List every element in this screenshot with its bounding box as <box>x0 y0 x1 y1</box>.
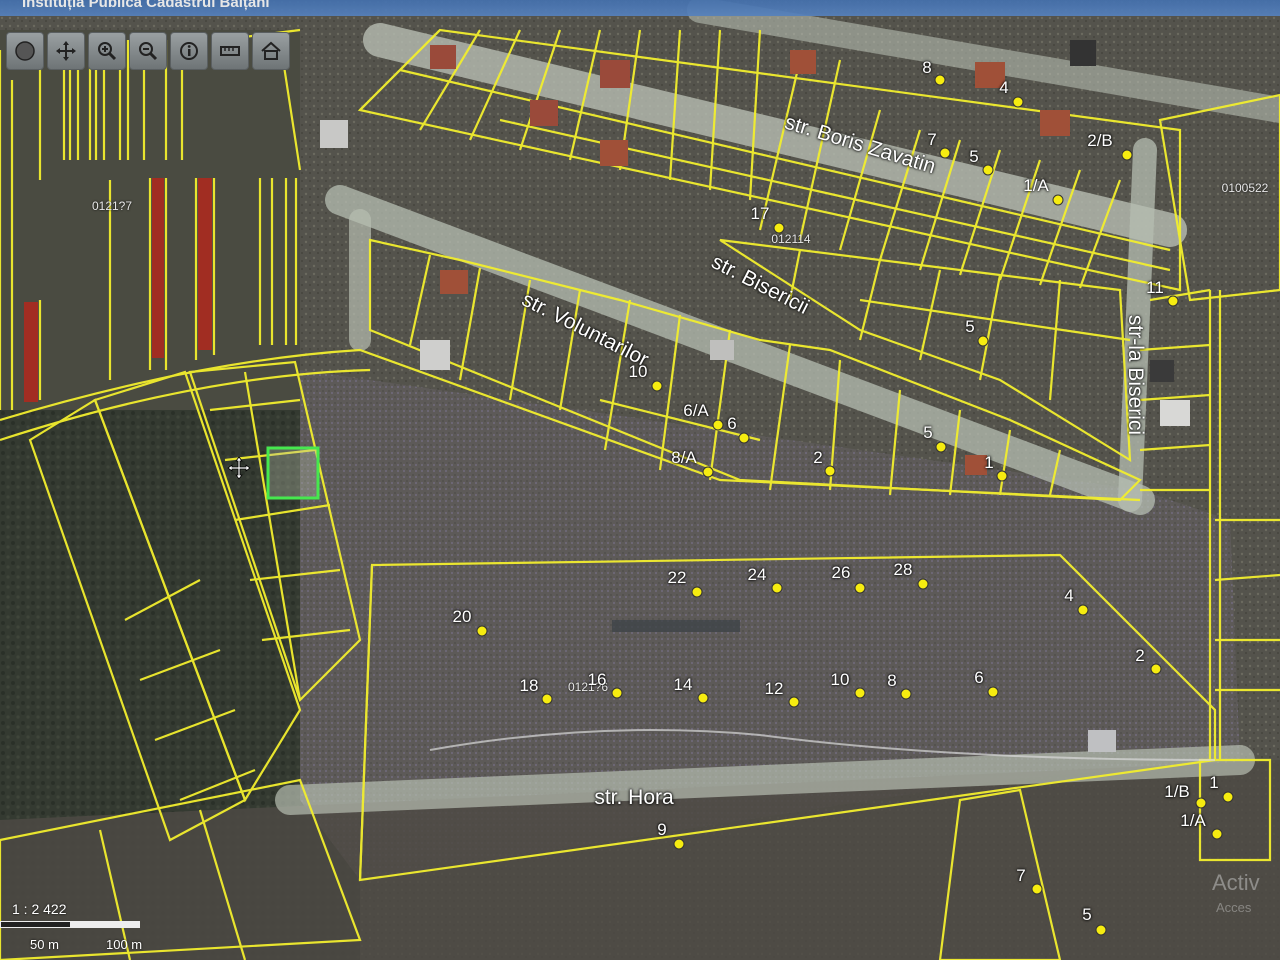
address-label[interactable]: 9 <box>657 820 666 840</box>
address-label[interactable]: 18 <box>520 676 539 696</box>
cadastral-zone-label: 012114 <box>771 232 811 246</box>
move-arrows-icon <box>56 41 76 61</box>
address-label[interactable]: 7 <box>927 130 936 150</box>
address-label[interactable]: 2 <box>813 448 822 468</box>
ruler-icon <box>220 46 240 56</box>
address-label[interactable]: 8/A <box>671 448 697 468</box>
address-label[interactable]: 8 <box>922 58 931 78</box>
address-label[interactable]: 14 <box>674 675 693 695</box>
address-label[interactable]: 6 <box>974 668 983 688</box>
address-label[interactable]: 1/A <box>1023 176 1049 196</box>
move-cursor-icon <box>227 456 251 480</box>
address-label[interactable]: 11 <box>1146 278 1164 298</box>
map-viewport[interactable]: Instituția Publică Cadastrul Bălțani str… <box>0 0 1280 960</box>
os-activation-watermark: Activ <box>1212 870 1260 895</box>
map-toolbar <box>6 32 290 70</box>
info-icon <box>180 42 198 60</box>
address-label[interactable]: 6/A <box>683 401 709 421</box>
address-label[interactable]: 16 <box>588 670 607 690</box>
zoom-out-button[interactable] <box>129 32 167 70</box>
pan-button[interactable] <box>47 32 85 70</box>
address-label[interactable]: 26 <box>832 563 851 583</box>
globe-icon <box>15 41 35 61</box>
address-label[interactable]: 28 <box>894 560 913 580</box>
address-label[interactable]: 5 <box>1082 905 1091 925</box>
address-label[interactable]: 12 <box>765 679 784 699</box>
address-label[interactable]: 1/B <box>1164 782 1190 802</box>
scale-ratio: 1 : 2 422 <box>12 901 67 917</box>
zoom-in-button[interactable] <box>88 32 126 70</box>
info-button[interactable] <box>170 32 208 70</box>
address-label[interactable]: 8 <box>887 671 896 691</box>
address-label[interactable]: 6 <box>727 414 736 434</box>
street-label-la-biserici: str-la Biserici <box>1124 314 1147 436</box>
home-icon <box>261 41 281 60</box>
address-label[interactable]: 24 <box>748 565 767 585</box>
address-label[interactable]: 1/A <box>1180 811 1206 831</box>
address-label[interactable]: 4 <box>999 78 1008 98</box>
app-title: Instituția Publică Cadastrul Bălțani <box>0 0 1280 16</box>
zoom-out-icon <box>139 42 158 61</box>
address-label[interactable]: 4 <box>1064 586 1073 606</box>
address-label[interactable]: 5 <box>969 147 978 167</box>
address-label[interactable]: 17 <box>751 204 770 224</box>
map-scale: 1 : 2 422 50 m 100 m <box>0 895 160 955</box>
globe-button[interactable] <box>6 32 44 70</box>
address-label[interactable]: 7 <box>1016 866 1025 886</box>
address-label[interactable]: 1 <box>984 453 993 473</box>
address-label[interactable]: 10 <box>831 670 850 690</box>
zoom-in-icon <box>98 42 117 61</box>
address-label[interactable]: 1 <box>1209 773 1218 793</box>
address-label[interactable]: 2 <box>1135 646 1144 666</box>
measure-button[interactable] <box>211 32 249 70</box>
greenhouse <box>612 620 740 632</box>
selected-parcel <box>266 446 320 500</box>
cadastral-zone-label: 0121?7 <box>91 199 133 213</box>
cadastral-zone-label: 0100522 <box>1221 181 1269 195</box>
address-label[interactable]: 22 <box>668 568 687 588</box>
os-activation-watermark-sub: Acces <box>1216 900 1252 915</box>
scale-tick-label: 50 m <box>30 937 59 952</box>
address-label[interactable]: 20 <box>453 607 472 627</box>
scale-tick-label: 100 m <box>106 937 143 952</box>
scale-bar <box>0 921 140 928</box>
address-label[interactable]: 5 <box>965 317 974 337</box>
address-label[interactable]: 2/B <box>1087 131 1113 151</box>
address-label[interactable]: 10 <box>629 362 648 382</box>
address-label[interactable]: 5 <box>923 423 932 443</box>
home-button[interactable] <box>252 32 290 70</box>
street-label-hora: str. Hora <box>594 786 674 809</box>
